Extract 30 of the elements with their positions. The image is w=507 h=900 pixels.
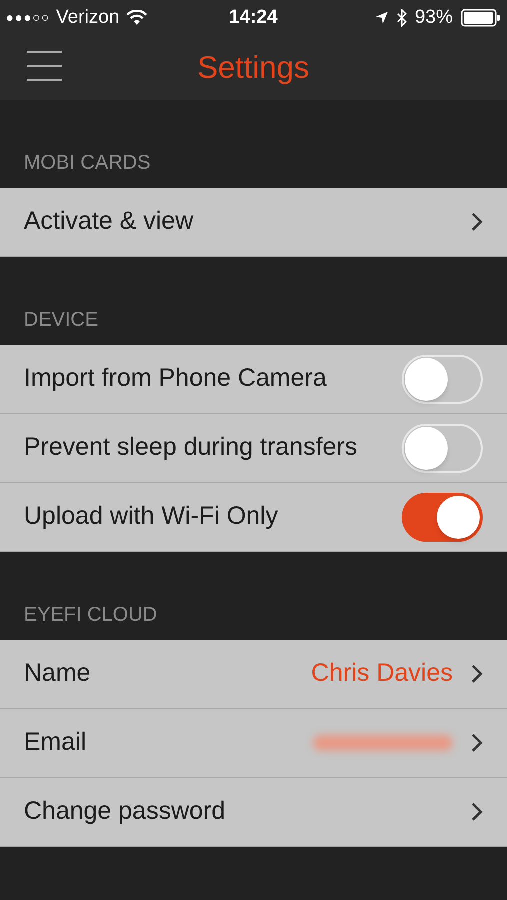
row-label: Change password: [24, 796, 226, 828]
menu-icon[interactable]: [27, 51, 62, 81]
row-label: Activate & view: [24, 206, 194, 238]
wifi-icon: [126, 10, 148, 26]
row-value: Chris Davies: [311, 658, 453, 690]
row-label: Upload with Wi-Fi Only: [24, 501, 278, 532]
row-label: Import from Phone Camera: [24, 363, 327, 394]
section-header: EYEFI CLOUD: [24, 603, 158, 628]
page-title: Settings: [197, 48, 310, 87]
battery-icon: [460, 9, 501, 27]
carrier-name: Verizon: [56, 6, 120, 30]
signal-strength: ●●●○○: [6, 9, 50, 28]
chevron-icon: [471, 212, 483, 232]
clock-time: 14:24: [229, 6, 278, 30]
section-header: MOBI CARDS: [24, 151, 151, 176]
settings-row[interactable]: Change password: [0, 778, 507, 847]
chevron-icon: [471, 733, 483, 753]
row-label: Name: [24, 658, 91, 690]
settings-row[interactable]: Email: [0, 709, 507, 778]
settings-row[interactable]: Activate & view: [0, 188, 507, 257]
battery-percentage: 93%: [414, 6, 453, 30]
bluetooth-icon: [396, 9, 407, 27]
section-header: DEVICE: [24, 308, 98, 333]
row-label: Email: [24, 727, 87, 758]
row-label: Prevent sleep during transfers: [24, 432, 358, 464]
settings-row[interactable]: Name Chris Davies: [0, 640, 507, 709]
chevron-icon: [471, 802, 483, 822]
location-arrow-icon: [374, 11, 389, 25]
toggle-switch[interactable]: [402, 492, 483, 542]
chevron-icon: [471, 664, 483, 684]
